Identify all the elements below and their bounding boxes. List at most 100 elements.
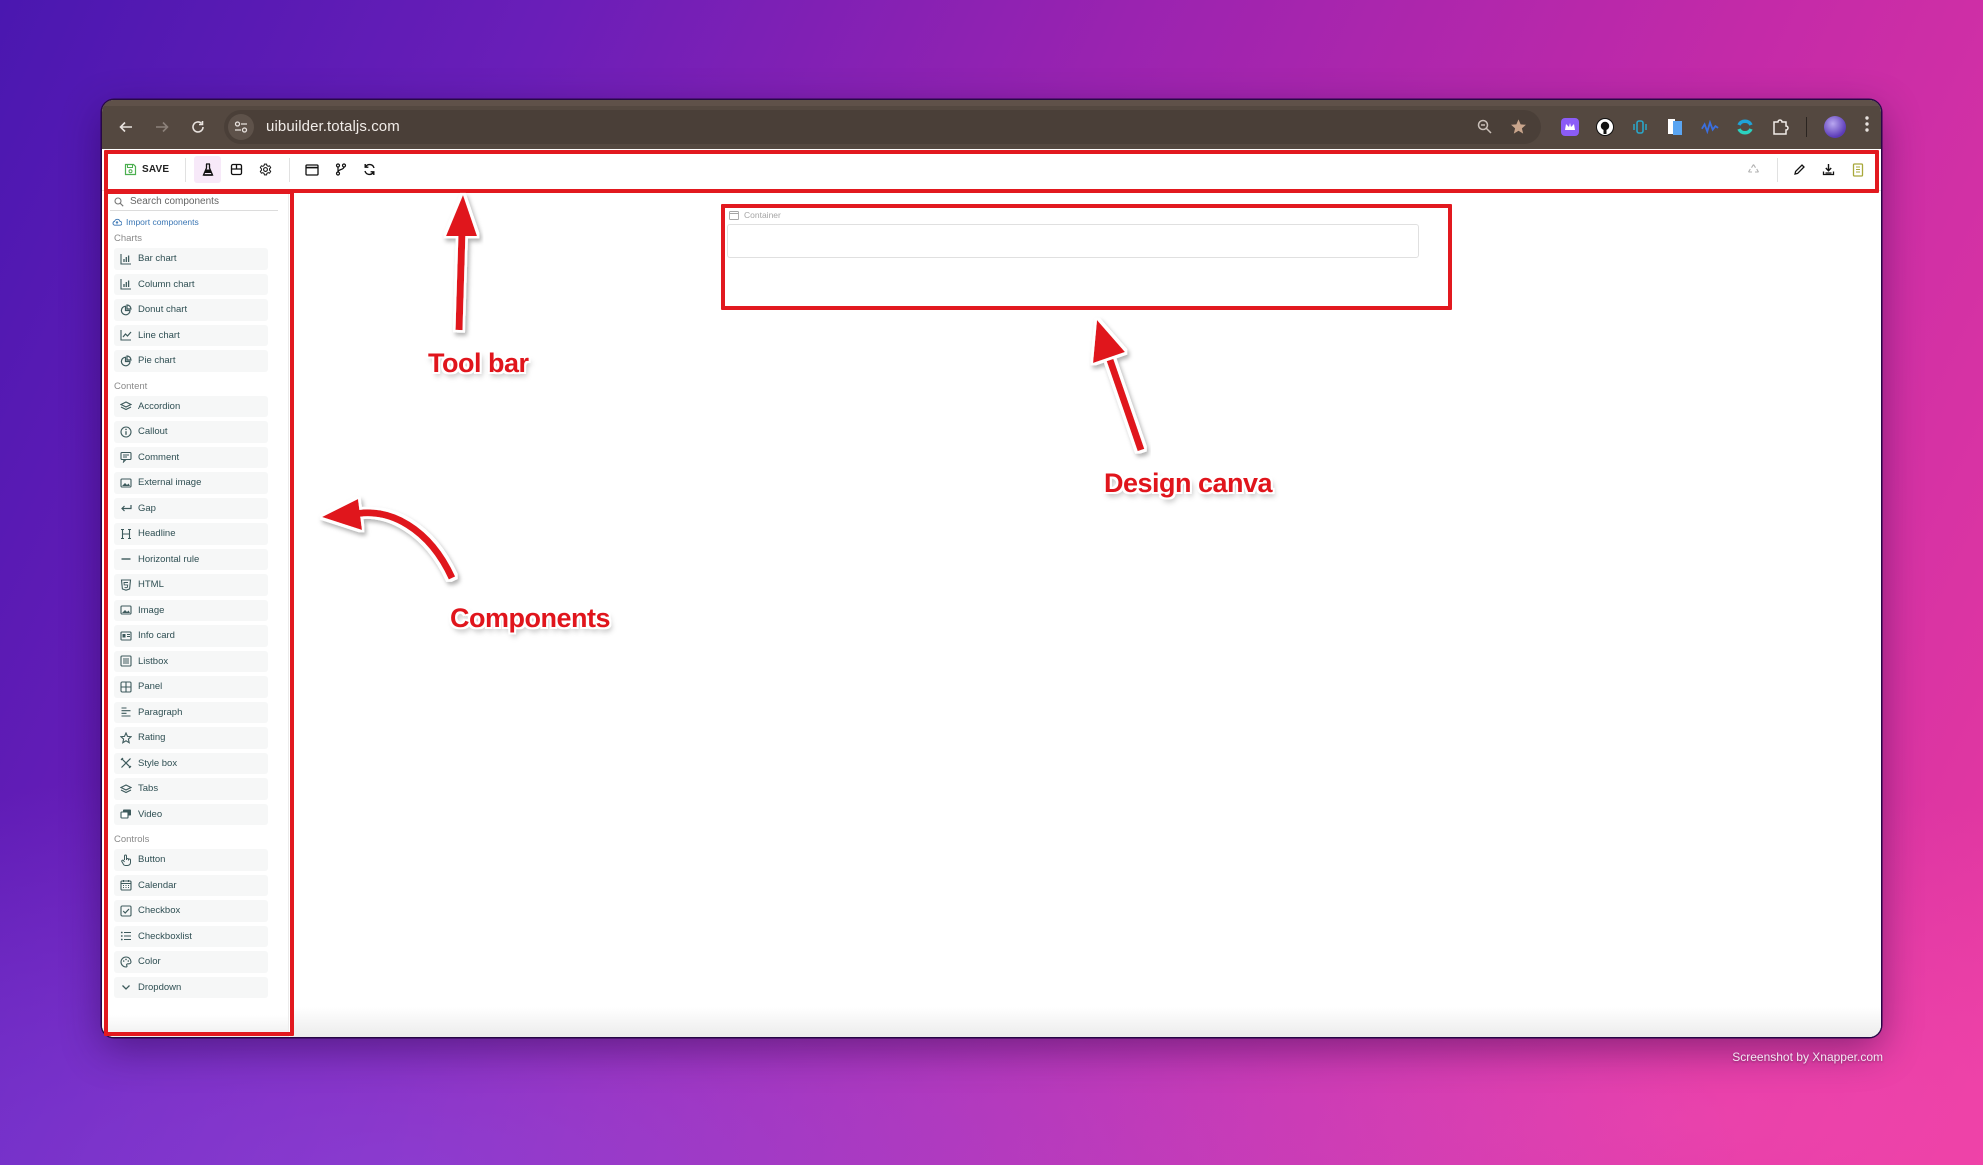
address-bar[interactable]: uibuilder.totaljs.com [224, 109, 1541, 144]
kebab-menu-icon[interactable] [1865, 116, 1869, 137]
list-box-icon [120, 655, 132, 667]
url-text[interactable]: uibuilder.totaljs.com [266, 118, 400, 135]
back-button[interactable] [110, 111, 142, 143]
components-annotation: Components [450, 603, 611, 633]
docs-extension[interactable] [1666, 118, 1684, 136]
component-item-label: Style box [138, 757, 178, 769]
component-item-image[interactable]: Image [114, 599, 268, 621]
component-item-donut-chart[interactable]: Donut chart [114, 299, 268, 321]
github-icon [1596, 118, 1613, 135]
refresh-button[interactable] [356, 156, 383, 183]
component-item-line-chart[interactable]: Line chart [114, 324, 268, 346]
component-item-horizontal-rule[interactable]: Horizontal rule [114, 548, 268, 570]
browser-window: uibuilder.totaljs.com SAVE Search compon… [102, 100, 1881, 1037]
crown-icon [1564, 122, 1575, 130]
component-item-style-box[interactable]: Style box [114, 752, 268, 774]
video-icon [120, 808, 132, 820]
component-item-label: Comment [138, 451, 180, 463]
flask-icon [202, 163, 214, 176]
component-item-comment[interactable]: Comment [114, 446, 268, 468]
vibrate-extension[interactable] [1631, 118, 1649, 136]
extensions-button[interactable] [1771, 118, 1789, 136]
component-item-dropdown[interactable]: Dropdown [114, 976, 268, 998]
component-item-listbox[interactable]: Listbox [114, 650, 268, 672]
component-item-accordion[interactable]: Accordion [114, 395, 268, 417]
html5-icon [120, 579, 132, 591]
recycle-button[interactable] [1740, 156, 1767, 183]
component-item-html[interactable]: HTML [114, 574, 268, 596]
download-button[interactable] [1815, 156, 1842, 183]
sidebar-scroll-fade [102, 1015, 288, 1037]
palette-icon [120, 956, 132, 968]
zoom-icon[interactable] [1477, 119, 1492, 134]
component-item-label: Info card [138, 630, 175, 642]
return-arrow-icon [120, 502, 132, 514]
component-item-gap[interactable]: Gap [114, 497, 268, 519]
component-item-panel[interactable]: Panel [114, 676, 268, 698]
wave-icon [1700, 119, 1719, 134]
component-item-label: Panel [138, 681, 163, 693]
image-icon [120, 604, 132, 616]
save-icon [124, 163, 137, 176]
save-button[interactable]: SAVE [116, 155, 177, 185]
tab-strip [102, 100, 1881, 106]
id-card-icon [120, 630, 132, 642]
component-item-checkboxlist[interactable]: Checkboxlist [114, 925, 268, 947]
vibrate-icon [1632, 119, 1647, 134]
grid-icon [120, 681, 132, 693]
component-item-label: Headline [138, 528, 176, 540]
component-item-label: Donut chart [138, 304, 188, 316]
component-item-callout[interactable]: Callout [114, 421, 268, 443]
wave-extension[interactable] [1700, 118, 1719, 136]
screenshot-credit: Screenshot by Xnapper.com [1732, 1050, 1883, 1064]
search-input[interactable] [130, 196, 270, 207]
forward-button[interactable] [146, 111, 178, 143]
store-button[interactable] [223, 156, 250, 183]
preview-window-button[interactable] [298, 156, 325, 183]
docs-button[interactable] [1844, 156, 1871, 183]
github-extension[interactable] [1595, 117, 1614, 136]
component-item-pie-chart[interactable]: Pie chart [114, 350, 268, 372]
bookmark-star-icon[interactable] [1510, 118, 1527, 135]
window-icon [305, 163, 319, 176]
hand-pointer-icon [120, 854, 132, 866]
component-item-button[interactable]: Button [114, 849, 268, 871]
swirl-icon [1736, 119, 1753, 134]
component-item-rating[interactable]: Rating [114, 727, 268, 749]
import-label: Import components [126, 217, 199, 227]
container-dropzone[interactable] [727, 224, 1419, 258]
profile-avatar[interactable] [1824, 115, 1846, 138]
component-item-label: Listbox [138, 655, 169, 667]
edit-button[interactable] [1786, 156, 1813, 183]
tune-icon [234, 120, 248, 133]
site-info-button[interactable] [228, 113, 254, 140]
bar-chart-icon [120, 253, 132, 265]
component-item-external-image[interactable]: External image [114, 472, 268, 494]
toolbar-annotation: Tool bar [428, 348, 529, 378]
import-components-link[interactable]: Import components [112, 217, 288, 227]
chevron-down-icon [120, 981, 132, 993]
component-item-paragraph[interactable]: Paragraph [114, 701, 268, 723]
test-button[interactable] [194, 156, 222, 183]
crown-extension[interactable] [1560, 117, 1579, 136]
forward-icon [156, 121, 169, 132]
swirl-extension[interactable] [1736, 118, 1754, 136]
recycle-icon [1748, 164, 1759, 173]
component-item-calendar[interactable]: Calendar [114, 874, 268, 896]
component-item-video[interactable]: Video [114, 803, 268, 825]
container-component[interactable]: Container [727, 210, 1427, 290]
reload-button[interactable] [182, 111, 214, 143]
branch-button[interactable] [327, 156, 354, 183]
component-item-color[interactable]: Color [114, 951, 268, 973]
component-item-label: Column chart [138, 278, 195, 290]
component-item-info-card[interactable]: Info card [114, 625, 268, 647]
settings-button[interactable] [252, 156, 279, 183]
component-item-label: Pie chart [138, 355, 176, 367]
component-item-bar-chart[interactable]: Bar chart [114, 248, 268, 270]
component-item-checkbox[interactable]: Checkbox [114, 900, 268, 922]
component-item-label: Horizontal rule [138, 553, 200, 565]
component-item-column-chart[interactable]: Column chart [114, 273, 268, 295]
component-item-headline[interactable]: Headline [114, 523, 268, 545]
branch-icon [335, 163, 346, 176]
component-item-tabs[interactable]: Tabs [114, 778, 268, 800]
